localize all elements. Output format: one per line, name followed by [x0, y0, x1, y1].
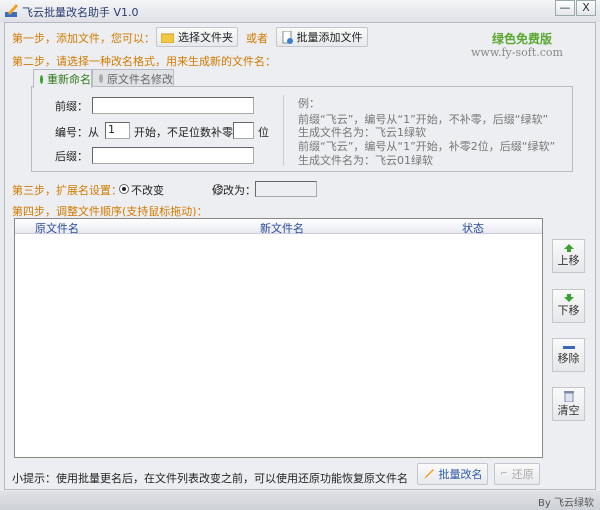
column-status[interactable]: 状态: [462, 220, 484, 236]
remove-label: 移除: [557, 352, 580, 365]
tip-text: 小提示：使用批量更名后，在文件列表改变之前，可以使用还原功能恢复原文件名: [12, 472, 408, 485]
clear-button[interactable]: 清空: [552, 387, 585, 421]
suffix-label: 后缀：: [55, 150, 88, 163]
example-line: 生成文件名为：飞云01绿软: [298, 154, 433, 167]
move-down-button[interactable]: 下移: [552, 289, 585, 323]
column-new-name[interactable]: 新文件名: [260, 220, 304, 236]
number-start-input[interactable]: 1: [105, 122, 130, 139]
zero-pad-input[interactable]: [233, 122, 254, 139]
tab-rename-label: 重新命名: [47, 73, 91, 86]
batch-rename-button[interactable]: 批量改名: [417, 463, 488, 485]
number-label: 编号：从: [55, 126, 99, 139]
pencil-app-icon: [5, 4, 18, 17]
step4-label: 第四步，调整文件顺序(支持鼠标拖动)：: [12, 205, 208, 218]
pad-unit-label: 位: [258, 126, 269, 139]
website-label: www.fy-soft.com: [471, 46, 563, 59]
prefix-input[interactable]: [92, 97, 254, 114]
divider: [283, 95, 284, 165]
batch-add-files-button[interactable]: 批量添加文件: [276, 27, 368, 47]
check-icon: [99, 74, 103, 83]
move-up-label: 上移: [557, 254, 580, 267]
list-header: 原文件名 新文件名 状态: [15, 219, 542, 236]
batch-rename-label: 批量改名: [438, 468, 483, 481]
extension-input[interactable]: [255, 181, 317, 197]
or-label: 或者: [246, 32, 268, 45]
arrow-up-icon: [563, 244, 574, 252]
example-line: 例：: [298, 97, 320, 110]
tab-rename[interactable]: 重新命名: [33, 69, 92, 88]
select-folder-button[interactable]: 选择文件夹: [156, 27, 238, 47]
close-button[interactable]: X: [576, 0, 596, 16]
restore-icon: ⌐: [500, 469, 508, 479]
restore-label: 还原: [511, 468, 534, 481]
suffix-input[interactable]: [92, 147, 254, 164]
status-bar: By 飞云绿软: [0, 491, 600, 510]
tab-modify-original[interactable]: 原文件名修改: [92, 69, 174, 87]
author-label: By 飞云绿软: [538, 498, 594, 509]
keep-extension-radio[interactable]: [119, 184, 129, 194]
remove-button[interactable]: 移除: [552, 338, 585, 372]
step1-label: 第一步，添加文件，您可以：: [12, 32, 155, 45]
title-bar: 飞云批量改名助手 V1.0 — X: [0, 0, 600, 22]
arrow-down-icon: [563, 294, 574, 302]
folder-icon: [161, 33, 174, 43]
add-file-icon: [282, 30, 293, 44]
free-version-label: 绿色免费版: [492, 32, 553, 46]
trash-icon: [563, 390, 574, 402]
step3-label: 第三步，扩展名设置：: [12, 184, 122, 197]
batch-add-label: 批量添加文件: [296, 31, 363, 44]
restore-button[interactable]: ⌐ 还原: [494, 463, 540, 485]
move-up-button[interactable]: 上移: [552, 239, 585, 273]
tab-modify-label: 原文件名修改: [107, 72, 173, 86]
pencil-icon: [423, 469, 434, 479]
prefix-label: 前缀：: [55, 100, 88, 113]
minimize-button[interactable]: —: [555, 0, 575, 16]
check-icon: [40, 74, 43, 84]
step2-label: 第二步，请选择一种改名格式，用来生成新的文件名：: [12, 55, 276, 68]
window-title: 飞云批量改名助手 V1.0: [22, 6, 139, 19]
select-folder-label: 选择文件夹: [178, 31, 233, 44]
keep-extension-label: 不改变: [131, 184, 164, 197]
clear-label: 清空: [557, 403, 580, 417]
column-original-name[interactable]: 原文件名: [35, 220, 79, 236]
move-down-label: 下移: [557, 304, 580, 317]
change-extension-label: 修改为：: [212, 184, 256, 197]
number-mid-label: 开始，不足位数补零: [134, 126, 233, 139]
file-list[interactable]: 原文件名 新文件名 状态: [14, 218, 543, 458]
